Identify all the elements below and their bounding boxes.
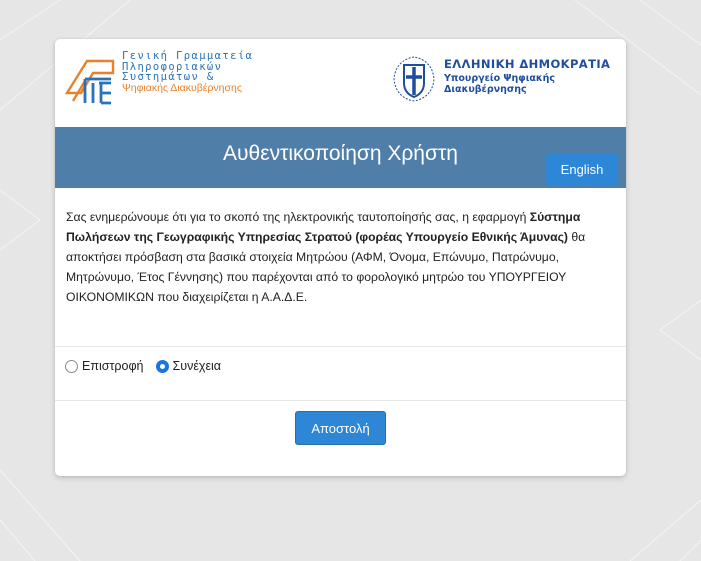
notice-text: Σας ενημερώνουμε ότι για το σκοπό της ηλ… — [66, 207, 618, 307]
gsis-logo-icon — [64, 59, 115, 105]
government-title: ΕΛΛΗΝΙΚΗ ΔΗΜΟΚΡΑΤΙΑ — [444, 57, 611, 71]
authentication-card: Γενική Γραμματεία Πληροφοριακών Συστημάτ… — [55, 39, 626, 476]
back-radio-label[interactable]: Επιστροφή — [82, 359, 144, 373]
page: Γενική Γραμματεία Πληροφοριακών Συστημάτ… — [0, 0, 701, 561]
ministry-line-2: Διακυβέρνησης — [444, 84, 527, 95]
government-text: ΕΛΛΗΝΙΚΗ ΔΗΜΟΚΡΑΤΙΑ Υπουργείο Ψηφιακής Δ… — [444, 57, 610, 95]
english-language-button[interactable]: English — [546, 153, 618, 186]
ministry-line-1: Υπουργείο Ψηφιακής — [444, 73, 556, 84]
gsis-logo-text: Γενική Γραμματεία Πληροφοριακών Συστημάτ… — [122, 51, 253, 93]
page-title: Αυθεντικοποίηση Χρήστη — [223, 142, 458, 165]
header-band: Αυθεντικοποίηση Χρήστη English — [55, 127, 626, 188]
gsis-line-3: Συστημάτων & — [122, 71, 215, 83]
choice-radio-group: Επιστροφή Συνέχεια — [65, 356, 221, 376]
gsis-line-4: Ψηφιακής Διακυβέρνησης — [122, 81, 242, 94]
divider-top — [55, 346, 626, 347]
continue-radio-label[interactable]: Συνέχεια — [173, 359, 222, 373]
gsis-line-1: Γενική Γραμματεία — [122, 50, 254, 62]
submit-button[interactable]: Αποστολή — [295, 411, 386, 445]
continue-radio[interactable] — [155, 359, 169, 373]
back-radio[interactable] — [65, 359, 78, 373]
greek-government-seal-icon — [393, 56, 435, 102]
divider-bottom — [55, 400, 626, 401]
logo-row: Γενική Γραμματεία Πληροφοριακών Συστημάτ… — [55, 39, 626, 127]
notice-part-1: Σας ενημερώνουμε ότι για το σκοπό της ηλ… — [66, 210, 530, 224]
